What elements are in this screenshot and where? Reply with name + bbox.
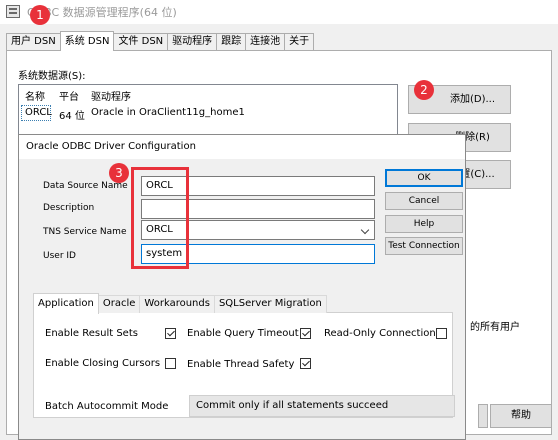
dialog-title: Oracle ODBC Driver Configuration <box>26 141 196 152</box>
description-label: Description <box>43 203 95 213</box>
tab-drivers[interactable]: 驱动程序 <box>167 33 218 51</box>
test-connection-button[interactable]: Test Connection <box>385 237 463 255</box>
enable-thread-safety-label: Enable Thread Safety <box>187 359 295 370</box>
enable-result-sets-label: Enable Result Sets <box>45 328 138 339</box>
enable-query-timeout-checkbox[interactable] <box>300 328 311 339</box>
odbc-tab-strip: 用户 DSN 系统 DSN 文件 DSN 驱动程序 跟踪 连接池 关于 <box>6 31 315 51</box>
tab-connection-pooling[interactable]: 连接池 <box>245 33 286 51</box>
enable-query-timeout-label: Enable Query Timeout <box>187 328 299 339</box>
tab-application[interactable]: Application <box>33 293 99 314</box>
enable-thread-safety-checkbox[interactable] <box>300 358 311 369</box>
oracle-odbc-config-dialog: Oracle ODBC Driver Configuration Data So… <box>18 134 466 440</box>
annotation-highlight-box <box>131 167 189 269</box>
enable-result-sets-checkbox[interactable] <box>165 328 176 339</box>
step-badge-2: 2 <box>414 80 434 100</box>
user-id-label: User ID <box>43 251 76 261</box>
tab-sqlserver-migration[interactable]: SQLServer Migration <box>213 295 327 313</box>
step-badge-1: 1 <box>30 5 50 25</box>
odbc-app-icon <box>6 5 20 18</box>
list-header-platform[interactable]: 平台 <box>59 88 79 103</box>
enable-closing-cursors-checkbox[interactable] <box>165 358 176 369</box>
batch-autocommit-label: Batch Autocommit Mode <box>45 401 169 412</box>
list-row-platform[interactable]: 64 位 <box>59 107 85 122</box>
config-tab-strip: Application Oracle Workarounds SQLServer… <box>33 293 327 314</box>
tab-file-dsn[interactable]: 文件 DSN <box>113 33 169 51</box>
tab-tracing[interactable]: 跟踪 <box>216 33 247 51</box>
system-sources-label: 系统数据源(S): <box>18 71 86 82</box>
step-badge-3: 3 <box>109 163 129 183</box>
tab-system-dsn[interactable]: 系统 DSN <box>59 31 115 51</box>
enable-closing-cursors-label: Enable Closing Cursors <box>45 358 161 369</box>
list-row-driver[interactable]: Oracle in OraClient11g_home1 <box>91 107 245 118</box>
list-header-name[interactable]: 名称 <box>25 88 45 103</box>
tns-service-name-label: TNS Service Name <box>43 227 127 237</box>
ok-button[interactable]: OK <box>385 169 463 187</box>
tab-user-dsn[interactable]: 用户 DSN <box>6 33 61 51</box>
odbc-titlebar: ODBC 数据源管理程序(64 位) <box>0 0 558 24</box>
list-row-name[interactable]: ORCL <box>25 107 52 118</box>
list-header-driver[interactable]: 驱动程序 <box>91 88 131 103</box>
tab-oracle[interactable]: Oracle <box>97 295 141 313</box>
odbc-help-button[interactable]: 帮助 <box>490 404 552 428</box>
read-only-connection-checkbox[interactable] <box>436 328 447 339</box>
read-only-connection-label: Read-Only Connection <box>324 328 436 339</box>
batch-autocommit-select[interactable]: Commit only if all statements succeed <box>189 395 455 417</box>
chevron-down-icon <box>360 225 370 235</box>
tab-workarounds[interactable]: Workarounds <box>139 295 215 313</box>
tab-about[interactable]: 关于 <box>284 33 315 51</box>
help-button[interactable]: Help <box>385 215 463 233</box>
dialog-titlebar: Oracle ODBC Driver Configuration <box>19 135 465 159</box>
apply-button[interactable] <box>478 404 488 428</box>
cancel-button[interactable]: Cancel <box>385 192 463 210</box>
dsn-description-text: 的所有用户 <box>470 322 520 333</box>
